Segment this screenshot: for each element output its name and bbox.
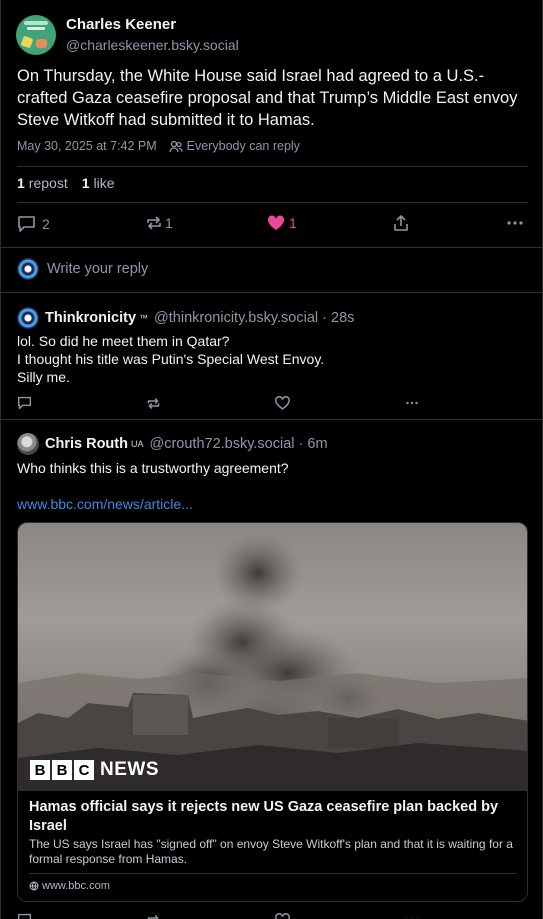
link-card-title: Hamas official says it rejects new US Ga…: [29, 799, 499, 834]
like-stat[interactable]: 1 like: [82, 175, 115, 191]
heart-icon: [267, 215, 285, 230]
thread-view: Charles Keener @charleskeener.bsky.socia…: [0, 0, 543, 919]
article-link[interactable]: www.bbc.com/news/article...: [17, 496, 193, 512]
reply-author-name[interactable]: Thinkronicity: [45, 310, 136, 326]
divider: [17, 166, 528, 167]
link-card-description: The US says Israel has "signed off" on e…: [29, 837, 513, 866]
repost-icon[interactable]: [146, 396, 161, 411]
reply-header: Chris Routh UA @crouth72.bsky.social · 6…: [17, 433, 328, 455]
repost-stat[interactable]: 1 repost: [17, 175, 68, 191]
reply-icon: [18, 216, 35, 232]
reply-setting[interactable]: Everybody can reply: [187, 139, 300, 153]
repost-icon[interactable]: [146, 913, 161, 919]
globe-icon: [29, 881, 39, 891]
heart-icon[interactable]: [275, 396, 290, 410]
share-icon: [394, 215, 408, 231]
post-text: On Thursday, the White House said Israel…: [17, 67, 518, 129]
post-actions: 2 1 1: [17, 213, 527, 235]
smoke-photo: [18, 533, 527, 791]
divider: [17, 202, 528, 203]
current-user-avatar: [17, 258, 39, 280]
reply-text: lol. So did he meet them in Qatar? I tho…: [17, 333, 325, 385]
reply-actions: [17, 911, 527, 919]
reply-author-name[interactable]: Chris Routh: [45, 436, 128, 452]
reply-text: Who thinks this is a trustworthy agreeme…: [17, 460, 289, 476]
repost-button[interactable]: 1: [145, 214, 173, 232]
divider: [29, 873, 517, 874]
reply-author-avatar[interactable]: [17, 433, 39, 455]
author-name[interactable]: Charles Keener: [66, 16, 176, 33]
reply-author-avatar[interactable]: [17, 307, 39, 329]
post-timestamp[interactable]: May 30, 2025 at 7:42 PM: [17, 139, 157, 153]
article-image: [18, 523, 527, 791]
link-card[interactable]: B B C NEWS Hamas official says it reject…: [17, 522, 528, 902]
author-badge: UA: [130, 439, 144, 449]
reply-icon[interactable]: [17, 396, 32, 410]
heart-icon[interactable]: [275, 913, 290, 919]
reply-header: Thinkronicity ™ @thinkronicity.bsky.soci…: [17, 307, 354, 329]
more-icon[interactable]: [404, 397, 420, 409]
reply-placeholder[interactable]: Write your reply: [47, 261, 148, 277]
reply-actions: [17, 394, 527, 412]
like-button[interactable]: 1: [267, 215, 297, 231]
link-card-domain: www.bbc.com: [29, 880, 110, 892]
reply-icon[interactable]: [17, 913, 32, 919]
more-icon[interactable]: [404, 914, 420, 919]
reply-post: Thinkronicity ™ @thinkronicity.bsky.soci…: [1, 293, 542, 419]
author-handle[interactable]: @charleskeener.bsky.social: [66, 37, 239, 53]
more-options-button[interactable]: [507, 215, 523, 231]
reply-composer[interactable]: Write your reply: [17, 258, 148, 280]
more-icon: [507, 221, 523, 225]
reply-author-handle[interactable]: @thinkronicity.bsky.social · 28s: [154, 310, 354, 326]
repost-icon: [147, 216, 161, 230]
post-stats: 1 repost 1 like: [17, 175, 115, 191]
author-badge: ™: [139, 313, 149, 323]
post-meta: May 30, 2025 at 7:42 PM Everybody can re…: [17, 139, 300, 153]
reply-button[interactable]: 2: [17, 215, 50, 233]
share-button[interactable]: [393, 214, 409, 232]
author-avatar[interactable]: [16, 15, 56, 55]
people-icon: [169, 140, 183, 152]
reply-author-handle[interactable]: @crouth72.bsky.social · 6m: [149, 436, 327, 452]
bbc-news-logo: B B C NEWS: [30, 759, 159, 781]
divider: [1, 247, 542, 248]
